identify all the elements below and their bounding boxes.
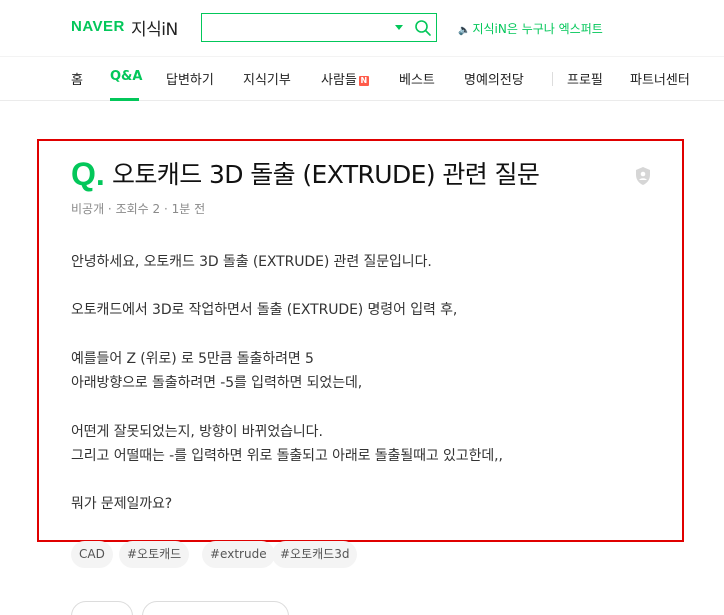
question-body-line: 오토캐드에서 3D로 작업하면서 돌출 (EXTRUDE) 명령어 입력 후, <box>71 302 458 318</box>
naver-logo[interactable]: NAVER <box>71 18 125 35</box>
nav-item-best[interactable]: 베스트 <box>399 69 435 88</box>
question-title: 오토캐드 3D 돌출 (EXTRUDE) 관련 질문 <box>112 160 540 189</box>
kin-logo[interactable]: 지식iN <box>131 15 178 40</box>
tag-chip[interactable]: #오토캐드 <box>119 541 190 568</box>
nav-item-qna[interactable]: Q&A <box>110 69 142 84</box>
action-button[interactable] <box>71 601 133 615</box>
question-body-line: 아래방향으로 돌출하려면 -5를 입력하면 되었는데, <box>71 375 363 391</box>
nav-item-answer[interactable]: 답변하기 <box>166 69 214 88</box>
promo-text: 지식iN은 누구나 엑스퍼트 <box>472 22 603 36</box>
question-meta: 비공개 · 조회수 2 · 1분 전 <box>71 202 206 216</box>
question-body-line: 뭐가 문제일까요? <box>71 496 173 512</box>
nav-divider <box>552 72 553 86</box>
nav-item-people[interactable]: 사람들 N <box>321 69 369 88</box>
search-box <box>201 13 437 42</box>
private-shield-icon <box>636 167 650 185</box>
nav-item-hall-of-fame[interactable]: 명예의전당 <box>464 69 524 88</box>
search-input[interactable] <box>202 14 388 41</box>
nav-item-home[interactable]: 홈 <box>71 69 83 88</box>
active-tab-indicator <box>110 98 139 101</box>
question-mark: Q. <box>71 156 105 192</box>
main-nav: 홈 Q&A 답변하기 지식기부 사람들 N 베스트 명예의전당 프로필 파트너센터 <box>0 56 724 101</box>
expert-promo-link[interactable]: 🔈 지식iN은 누구나 엑스퍼트 <box>458 20 603 37</box>
header: NAVER 지식iN 🔈 지식iN은 누구나 엑스퍼트 <box>0 0 724 56</box>
speaker-icon: 🔈 <box>458 25 471 36</box>
chevron-down-icon[interactable] <box>395 25 403 30</box>
tag-chip[interactable]: #오토캐드3d <box>272 541 358 568</box>
nav-item-profile[interactable]: 프로필 <box>567 69 603 88</box>
tag-chip[interactable]: CAD <box>71 541 113 568</box>
question-body-line: 예를들어 Z (위로) 로 5만큼 돌출하려면 5 <box>71 351 314 367</box>
nav-item-people-label: 사람들 <box>321 73 357 88</box>
question-body-line: 어떤게 잘못되었는지, 방향이 바뀌었습니다. <box>71 424 323 440</box>
nav-item-donate[interactable]: 지식기부 <box>243 69 291 88</box>
new-badge: N <box>358 76 369 86</box>
search-icon[interactable] <box>414 19 432 37</box>
action-button[interactable] <box>142 601 289 615</box>
question-body-line: 안녕하세요, 오토캐드 3D 돌출 (EXTRUDE) 관련 질문입니다. <box>71 254 432 270</box>
tag-chip[interactable]: #extrude <box>202 541 275 568</box>
nav-item-partner-center[interactable]: 파트너센터 <box>630 69 690 88</box>
question-body-line: 그리고 어떨때는 -를 입력하면 위로 돌출되고 아래로 돌출될때고 있고한데,… <box>71 448 503 464</box>
